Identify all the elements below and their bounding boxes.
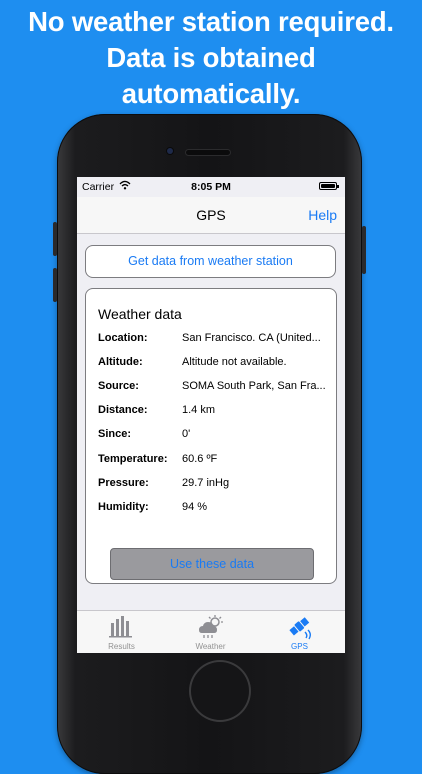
status-time: 8:05 PM <box>191 181 231 193</box>
earpiece-speaker <box>186 150 230 155</box>
row-label: Source: <box>98 380 139 392</box>
tab-gps[interactable]: GPS <box>255 611 344 653</box>
tab-label: Weather <box>195 642 226 651</box>
headline-line-1: No weather station required. <box>28 6 394 37</box>
tab-results[interactable]: Results <box>77 611 166 653</box>
row-value: 1.4 km <box>182 404 216 416</box>
row-label: Since: <box>98 428 132 440</box>
tab-bar: Results Weather GPS <box>77 610 345 653</box>
data-row-source: Source: SOMA South Park, San Fra... <box>86 380 336 396</box>
get-station-data-button[interactable]: Get data from weather station <box>85 245 336 278</box>
satellite-icon <box>289 617 311 640</box>
front-camera <box>167 148 173 154</box>
bar-chart-icon <box>109 616 132 638</box>
home-button[interactable] <box>189 660 251 722</box>
row-label: Distance: <box>98 404 148 416</box>
row-label: Altitude: <box>98 356 143 368</box>
data-row-humidity: Humidity: 94 % <box>86 501 336 517</box>
headline-line-2: Data is obtained <box>106 42 316 73</box>
data-row-altitude: Altitude: Altitude not available. <box>86 356 336 372</box>
status-bar: Carrier 8:05 PM <box>77 177 345 197</box>
navigation-bar: GPS Help <box>77 197 345 234</box>
help-button[interactable]: Help <box>308 207 337 223</box>
phone-screen: Carrier 8:05 PM GPS Help Get data from w… <box>77 177 345 653</box>
page-title: GPS <box>196 207 226 223</box>
row-value: 0' <box>182 428 191 440</box>
headline-line-3: automatically. <box>121 78 301 109</box>
weather-cloud-icon <box>199 615 223 638</box>
row-label: Location: <box>98 332 148 344</box>
row-value: 94 % <box>182 501 208 513</box>
use-these-data-button[interactable]: Use these data <box>110 548 314 580</box>
headline: No weather station required. Data is obt… <box>0 4 422 112</box>
row-label: Pressure: <box>98 477 149 489</box>
row-label: Temperature: <box>98 453 168 465</box>
battery-icon <box>319 182 339 190</box>
data-row-pressure: Pressure: 29.7 inHg <box>86 477 336 493</box>
row-value: Altitude not available. <box>182 356 287 368</box>
row-value: SOMA South Park, San Fra... <box>182 380 326 392</box>
row-value: 60.6 ºF <box>182 453 218 465</box>
data-row-temperature: Temperature: 60.6 ºF <box>86 453 336 469</box>
weather-data-title: Weather data <box>98 306 182 322</box>
row-value: 29.7 inHg <box>182 477 230 489</box>
volume-button <box>53 222 57 256</box>
row-value: San Francisco. CA (United... <box>182 332 321 344</box>
tab-label: Results <box>108 642 135 651</box>
data-row-location: Location: San Francisco. CA (United... <box>86 332 336 348</box>
data-row-since: Since: 0' <box>86 428 336 444</box>
row-label: Humidity: <box>98 501 149 513</box>
volume-button <box>53 268 57 302</box>
weather-data-card: Weather data Location: San Francisco. CA… <box>85 288 337 584</box>
power-button <box>362 226 366 274</box>
tab-label: GPS <box>291 642 308 651</box>
tab-weather[interactable]: Weather <box>166 611 255 653</box>
data-row-distance: Distance: 1.4 km <box>86 404 336 420</box>
